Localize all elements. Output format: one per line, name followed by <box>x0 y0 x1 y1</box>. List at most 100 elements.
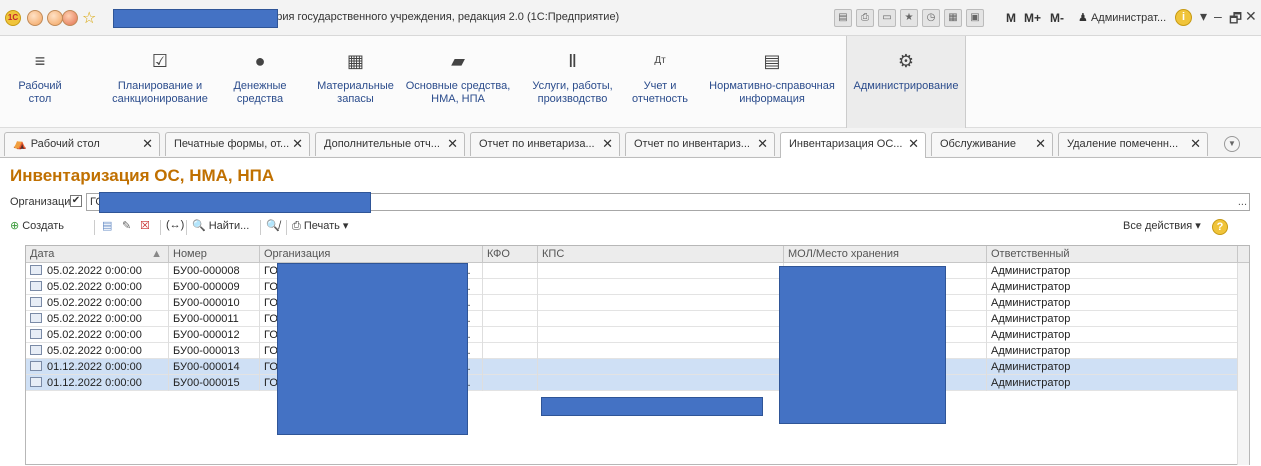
table-row[interactable]: 05.02.2022 0:00:00БУ00-000009ГОД...МаАдм… <box>26 279 1249 295</box>
post-icon[interactable]: (↔) <box>166 219 184 231</box>
chevron-down-icon[interactable]: ▼ <box>1224 136 1240 152</box>
section-accounting[interactable]: Дт Учет и отчетность <box>625 36 695 128</box>
section-money[interactable]: ● Денежные средства <box>225 36 295 128</box>
column-kps[interactable]: КПС <box>538 246 784 263</box>
section-desktop[interactable]: ≡ Рабочий стол <box>5 36 75 128</box>
select-button[interactable]: ... <box>1238 194 1247 210</box>
column-responsible[interactable]: Ответственный <box>987 246 1238 263</box>
close-tab-icon[interactable]: ✕ <box>757 133 768 155</box>
cell-date: 05.02.2022 0:00:00 <box>26 263 169 279</box>
organization-checkbox[interactable]: ✔ <box>70 195 82 207</box>
mem-m-button[interactable]: M <box>1006 11 1016 25</box>
cell-responsible-text: Администратор <box>991 361 1071 373</box>
table-icon[interactable]: ▦ <box>944 9 962 27</box>
calendar-icon[interactable]: ▣ <box>966 9 984 27</box>
back-icon[interactable] <box>27 10 43 26</box>
minimize-button[interactable]: – <box>1214 8 1222 24</box>
user-icon: ♟ <box>1078 12 1088 24</box>
tab-desktop[interactable]: ⛺ Рабочий стол ✕ <box>4 132 160 156</box>
find-button[interactable]: 🔍 Найти... <box>192 219 249 232</box>
all-actions-button[interactable]: Все действия ▾ <box>1123 219 1201 232</box>
documents-table: Дата ▲ Номер Организация КФО КПС МОЛ/Мест… <box>25 245 1250 465</box>
cell-responsible: Администратор <box>987 295 1238 311</box>
restore-button[interactable]: 🗗 <box>1229 8 1242 32</box>
tab-additional-reports[interactable]: Дополнительные отч... ✕ <box>315 132 465 156</box>
column-mol[interactable]: МОЛ/Место хранения <box>784 246 987 263</box>
column-number[interactable]: Номер <box>169 246 260 263</box>
history-icon[interactable]: ◷ <box>922 9 940 27</box>
1c-logo-icon[interactable]: 1С <box>5 10 21 26</box>
section-services[interactable]: Ⅱ Услуги, работы, производство <box>520 36 625 128</box>
redacted-area <box>113 9 278 28</box>
cell-responsible: Администратор <box>987 327 1238 343</box>
create-button[interactable]: ⊕ Создать <box>10 219 64 232</box>
close-tab-icon[interactable]: ✕ <box>142 133 153 155</box>
all-actions-label: Все действия <box>1123 220 1193 232</box>
section-stock[interactable]: ▦ Материальные запасы <box>308 36 403 128</box>
window-tool-icons: ▤ ⎙ ▭ ★ ◷ ▦ ▣ <box>834 9 984 27</box>
section-planning[interactable]: ☑ Планирование и санкционирование <box>110 36 210 128</box>
cell-responsible-text: Администратор <box>991 265 1071 277</box>
tab-inventory-os[interactable]: Инвентаризация ОС... ✕ <box>780 132 926 158</box>
list-toolbar: ⊕ Создать ▤ ✎ ☒ (↔) 🔍 Найти... 🔍̸ ⎙ Печать … <box>10 216 1250 238</box>
favorite-star-icon[interactable]: ☆ <box>82 8 96 28</box>
table-row[interactable]: 05.02.2022 0:00:00БУ00-000010ГОД...МаАдм… <box>26 295 1249 311</box>
cell-kfo <box>483 375 538 391</box>
edit-icon[interactable]: ✎ <box>122 219 131 232</box>
print-button[interactable]: ⎙ Печать ▾ <box>292 219 348 233</box>
scrollbar[interactable] <box>1237 263 1249 465</box>
favorites-icon[interactable]: ★ <box>900 9 918 27</box>
tab-inventory-report-1[interactable]: Отчет по инветариза... ✕ <box>470 132 620 156</box>
info-icon[interactable]: i <box>1175 9 1192 26</box>
cancel-search-icon[interactable]: 🔍̸ <box>266 219 280 232</box>
close-tab-icon[interactable]: ✕ <box>908 133 919 155</box>
close-tab-icon[interactable]: ✕ <box>1190 133 1201 155</box>
close-window-button[interactable]: ✕ <box>1245 8 1257 25</box>
print-icon[interactable]: ⎙ <box>856 9 874 27</box>
toolbar-separator <box>286 220 287 235</box>
calculator-icon[interactable]: ▤ <box>834 9 852 27</box>
close-tab-icon[interactable]: ✕ <box>447 133 458 155</box>
mem-plus-button[interactable]: M+ <box>1024 11 1041 25</box>
table-row[interactable]: 01.12.2022 0:00:00БУ00-000014ГОД...ЗаАдм… <box>26 359 1249 375</box>
tab-delete-marked[interactable]: Удаление помеченн... ✕ <box>1058 132 1208 156</box>
table-row[interactable]: 05.02.2022 0:00:00БУ00-000008ГОД...ЗаАдм… <box>26 263 1249 279</box>
table-row[interactable]: 05.02.2022 0:00:00БУ00-000013ГОД...ЯсАдм… <box>26 343 1249 359</box>
tab-inventory-report-2[interactable]: Отчет по инвентариз... ✕ <box>625 132 775 156</box>
table-row[interactable]: 05.02.2022 0:00:00БУ00-000012ГОД...ПеАдм… <box>26 327 1249 343</box>
menu-circle-icon[interactable] <box>62 10 78 26</box>
user-menu[interactable]: ♟ Администрат... <box>1078 11 1166 24</box>
cell-date: 05.02.2022 0:00:00 <box>26 295 169 311</box>
column-organization[interactable]: Организация <box>260 246 483 263</box>
close-tab-icon[interactable]: ✕ <box>1035 133 1046 155</box>
column-kfo[interactable]: КФО <box>483 246 538 263</box>
section-administration[interactable]: ⚙ Администрирование <box>846 36 966 128</box>
cell-date-text: 05.02.2022 0:00:00 <box>47 345 142 357</box>
preview-icon[interactable]: ▭ <box>878 9 896 27</box>
cell-date-text: 05.02.2022 0:00:00 <box>47 313 142 325</box>
tab-maintenance[interactable]: Обслуживание ✕ <box>931 132 1053 156</box>
forward-icon[interactable] <box>47 10 63 26</box>
section-fixed-assets[interactable]: ▰ Основные средства, НМА, НПА <box>403 36 513 128</box>
delete-icon[interactable]: ☒ <box>140 219 150 232</box>
cell-kfo <box>483 311 538 327</box>
document-icon <box>30 377 42 387</box>
cell-organization-text: ГО <box>264 297 278 309</box>
tab-print-forms[interactable]: Печатные формы, от... ✕ <box>165 132 310 156</box>
close-tab-icon[interactable]: ✕ <box>602 133 613 155</box>
help-icon[interactable]: ? <box>1212 219 1228 235</box>
tools-icon: Ⅱ <box>568 51 577 71</box>
mem-minus-button[interactable]: M- <box>1050 11 1064 25</box>
copy-icon[interactable]: ▤ <box>102 219 112 232</box>
toolbar-separator <box>260 220 261 235</box>
toolbar-separator <box>160 220 161 235</box>
table-row[interactable]: 01.12.2022 0:00:00БУ00-000015ГОД...ПаАдм… <box>26 375 1249 391</box>
column-date[interactable]: Дата ▲ <box>26 246 169 263</box>
tab-label: Инвентаризация ОС... <box>789 138 903 150</box>
table-row[interactable]: 05.02.2022 0:00:00БУ00-000011ГОД...ПаАдм… <box>26 311 1249 327</box>
printer-icon: ⎙ <box>292 220 301 232</box>
dropdown-arrow-icon[interactable]: ▾ <box>1200 8 1207 25</box>
close-tab-icon[interactable]: ✕ <box>292 133 303 155</box>
cell-number: БУ00-000014 <box>169 359 260 375</box>
section-reference[interactable]: ▤ Нормативно-справочная информация <box>702 36 842 128</box>
